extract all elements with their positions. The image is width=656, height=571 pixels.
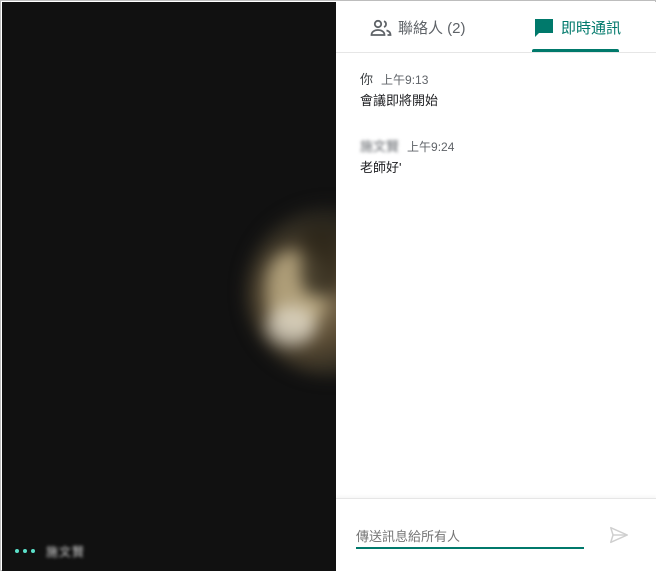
video-blur-part <box>266 306 316 346</box>
chat-bubble-icon <box>532 16 556 40</box>
message-list: 你 上午9:13 會議即將開始 施文賢 上午9:24 老師好' <box>336 54 656 498</box>
active-tab-indicator <box>532 49 619 52</box>
tab-chat[interactable]: 即時通訊 <box>532 2 621 53</box>
message-time: 上午9:13 <box>381 73 429 87</box>
participant-video-tile[interactable] <box>246 206 336 376</box>
meeting-window: 施文賢 聯絡人 (2) 即時通訊 你 上午9:13 會議即將開始 施文賢 上午9… <box>0 0 656 571</box>
dot <box>31 549 35 553</box>
message-meta: 你 上午9:13 <box>360 69 438 87</box>
message-sender: 你 <box>360 72 374 87</box>
chat-message: 你 上午9:13 會議即將開始 <box>360 69 438 109</box>
tab-chat-label: 即時通訊 <box>561 20 622 37</box>
compose-bar <box>336 498 656 571</box>
tab-people-label: 聯絡人 (2) <box>398 20 466 37</box>
more-dots-icon[interactable] <box>15 549 35 553</box>
panel-tabs: 聯絡人 (2) 即時通訊 <box>336 2 656 53</box>
participant-name-label: 施文賢 <box>46 545 86 559</box>
message-meta: 施文賢 上午9:24 <box>360 136 455 154</box>
message-text: 老師好' <box>360 160 402 175</box>
chat-message: 施文賢 上午9:24 老師好' <box>360 136 454 176</box>
message-time: 上午9:24 <box>407 140 455 154</box>
tab-people[interactable]: 聯絡人 (2) <box>369 2 466 53</box>
message-input[interactable] <box>356 525 584 549</box>
message-sender: 施文賢 <box>360 139 400 154</box>
people-icon <box>369 16 393 40</box>
video-stage: 施文賢 <box>2 2 336 571</box>
send-icon <box>608 524 630 551</box>
send-button[interactable] <box>607 525 631 549</box>
dot <box>23 549 27 553</box>
message-text: 會議即將開始 <box>360 93 439 108</box>
dot <box>15 549 19 553</box>
video-blur-part <box>301 226 336 296</box>
side-panel: 聯絡人 (2) 即時通訊 你 上午9:13 會議即將開始 施文賢 上午9:24 … <box>336 2 656 571</box>
